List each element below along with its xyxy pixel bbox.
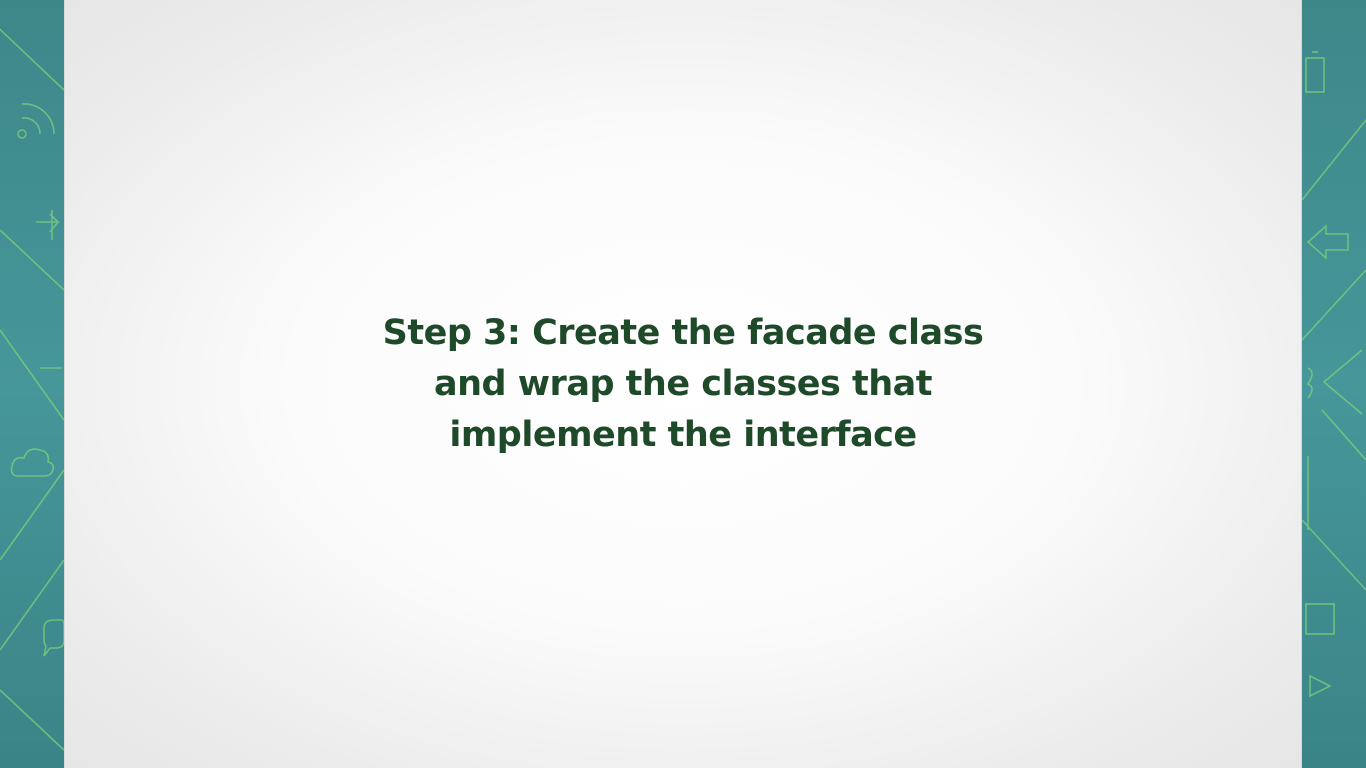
video-frame: Step 3: Create the facade class and wrap… xyxy=(0,0,1366,768)
right-decorative-panel xyxy=(1302,0,1366,768)
play-icon xyxy=(1309,674,1332,698)
arrow-right-icon xyxy=(36,210,60,240)
slide: Step 3: Create the facade class and wrap… xyxy=(64,0,1302,768)
left-decorative-panel xyxy=(0,0,64,768)
slide-title-line-3: implement the interface xyxy=(449,415,917,455)
chat-bubble-icon xyxy=(43,619,64,657)
chevron-left-icon xyxy=(1306,349,1363,415)
battery-icon xyxy=(1305,51,1325,93)
wifi-icon xyxy=(17,103,55,139)
slide-title-line-1: Step 3: Create the facade class xyxy=(382,313,984,353)
square-icon xyxy=(1305,603,1335,635)
slide-title: Step 3: Create the facade class and wrap… xyxy=(65,308,1301,461)
cloud-icon xyxy=(10,448,55,477)
arrow-left-icon xyxy=(1306,224,1349,260)
slide-title-line-2: and wrap the classes that xyxy=(433,364,933,404)
